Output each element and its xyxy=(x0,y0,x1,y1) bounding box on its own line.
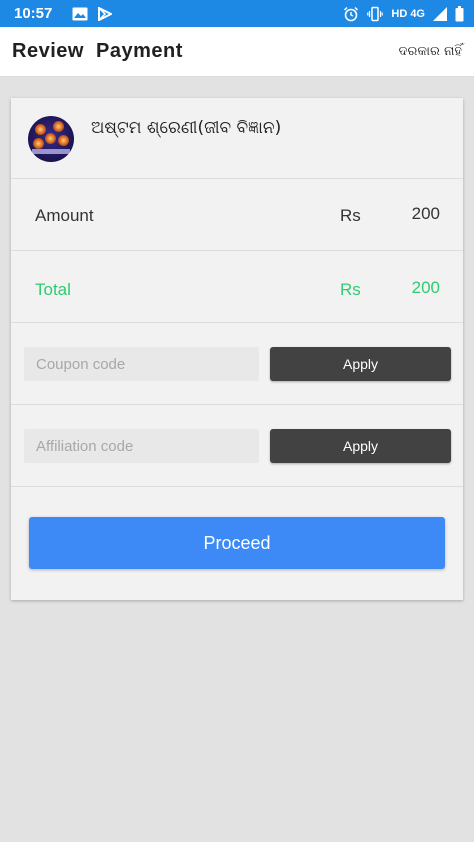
dismiss-button[interactable]: ଦରକାର ନାହିଁ xyxy=(399,44,462,59)
signal-icon xyxy=(433,6,447,21)
course-name: ଅଷ୍ଟମ ଶ୍ରେଣୀ(ଜୀବ ବିଜ୍ଞାନ) xyxy=(91,118,282,138)
proceed-button[interactable]: Proceed xyxy=(29,517,445,569)
amount-label: Amount xyxy=(35,206,94,225)
amount-value: 200 xyxy=(411,204,440,223)
course-thumbnail-icon xyxy=(28,116,74,162)
network-label: HD 4G xyxy=(391,7,425,20)
app-bar: Review Payment ଦରକାର ନାହିଁ xyxy=(0,27,474,77)
total-label: Total xyxy=(35,280,71,299)
image-icon xyxy=(72,7,88,21)
vibrate-icon xyxy=(367,6,384,22)
page-title: Review Payment xyxy=(12,40,183,62)
course-row: ଅଷ୍ଟମ ଶ୍ରେଣୀ(ଜୀବ ବିଜ୍ଞାନ) xyxy=(11,98,463,179)
coupon-code-input[interactable] xyxy=(24,347,259,381)
affiliation-apply-button[interactable]: Apply xyxy=(270,429,451,463)
total-currency: Rs xyxy=(340,280,361,299)
total-value: 200 xyxy=(411,278,440,297)
affiliation-code-input[interactable] xyxy=(24,429,259,463)
battery-icon xyxy=(455,5,464,22)
coupon-row: Apply xyxy=(11,323,463,405)
amount-currency: Rs xyxy=(340,206,361,225)
total-row: Total Rs 200 xyxy=(11,251,463,323)
status-bar: 10:57 HD 4G xyxy=(0,0,474,27)
alarm-icon xyxy=(343,6,359,22)
affiliation-row: Apply xyxy=(11,405,463,487)
coupon-apply-button[interactable]: Apply xyxy=(270,347,451,381)
amount-row: Amount Rs 200 xyxy=(11,179,463,251)
play-store-icon xyxy=(98,6,113,21)
status-time: 10:57 xyxy=(14,5,53,22)
payment-card: ଅଷ୍ଟମ ଶ୍ରେଣୀ(ଜୀବ ବିଜ୍ଞାନ) Amount Rs 200 … xyxy=(11,98,463,600)
